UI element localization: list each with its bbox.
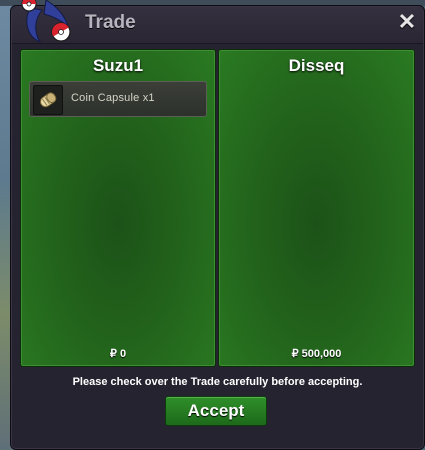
left-player-name: Suzu1 — [92, 56, 144, 75]
left-trade-panel: Suzu1 Coin Capsule x1 ₽ 0 — [20, 49, 216, 367]
trade-notice: Please check over the Trade carefully be… — [72, 376, 363, 388]
right-player-name: Disseq — [288, 56, 345, 75]
close-icon[interactable]: ✕ — [396, 11, 418, 33]
left-money: ₽ 0 — [109, 348, 127, 360]
window-title: Trade — [85, 12, 136, 33]
right-trade-panel: Disseq ₽ 500,000 — [218, 49, 415, 367]
accept-button[interactable]: Accept — [165, 396, 267, 426]
coin-capsule-icon — [33, 85, 63, 115]
right-money: ₽ 500,000 — [291, 348, 342, 360]
trade-item-slot[interactable]: Coin Capsule x1 — [29, 81, 207, 117]
pokeball-logo-icon — [21, 0, 71, 44]
trade-item-label: Coin Capsule x1 — [71, 92, 155, 104]
